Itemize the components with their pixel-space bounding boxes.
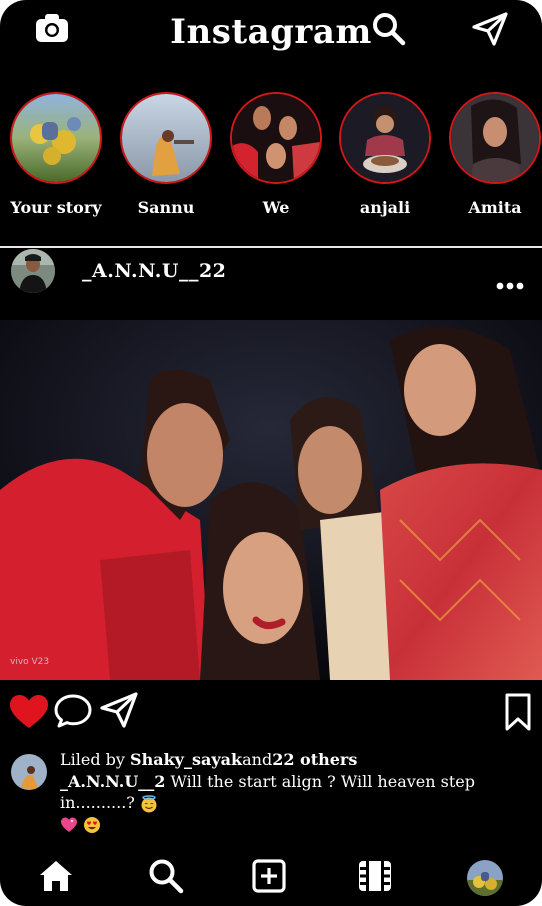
bottom-nav: [0, 854, 542, 900]
likes-others[interactable]: 22 others: [272, 750, 357, 769]
post-caption: _A.N.N.U__2 Will the start align ? Will …: [60, 771, 536, 834]
heart-eyes-emoji-icon: [84, 816, 101, 833]
home-icon[interactable]: [38, 858, 74, 894]
story-anjali[interactable]: anjali: [330, 92, 440, 217]
story-sannu[interactable]: Sannu: [111, 92, 221, 217]
story-avatar: [10, 92, 102, 184]
story-label: Your story: [10, 198, 102, 217]
likes-prefix: Liled by: [60, 750, 131, 769]
likes-and: and: [242, 750, 273, 769]
like-heart-icon[interactable]: [9, 694, 49, 730]
story-avatar: [120, 92, 212, 184]
sparkling-heart-emoji-icon: [61, 817, 77, 832]
story-avatar: [449, 92, 541, 184]
story-label: anjali: [359, 198, 411, 217]
search-icon[interactable]: [148, 858, 184, 894]
caption-username[interactable]: _A.N.N.U__2: [60, 772, 165, 791]
story-your-story[interactable]: Your story: [1, 92, 111, 217]
top-bar: Instagram: [0, 0, 542, 62]
story-label: Sannu: [137, 198, 195, 217]
liker-avatar[interactable]: [11, 754, 47, 790]
search-icon[interactable]: [372, 12, 406, 46]
story-avatar: [230, 92, 322, 184]
post-author-avatar[interactable]: [11, 249, 55, 293]
app-title: Instagram: [170, 12, 372, 52]
post-photo[interactable]: vivo V23: [0, 320, 542, 680]
liker-username[interactable]: Shaky_sayak: [130, 750, 242, 769]
stories-divider: [0, 246, 542, 248]
share-plane-icon[interactable]: [100, 692, 138, 728]
add-post-icon[interactable]: [251, 858, 287, 894]
story-we[interactable]: We: [221, 92, 331, 217]
reels-icon[interactable]: [357, 858, 393, 894]
post-username[interactable]: _A.N.N.U__22: [82, 260, 226, 282]
story-avatar: [339, 92, 431, 184]
profile-avatar[interactable]: [467, 860, 503, 896]
stories-tray: Your story Sannu We anjali Amita: [0, 92, 542, 228]
likes-line: Liled by Shaky_sayakand22 others: [60, 750, 357, 769]
story-amita[interactable]: Amita: [440, 92, 542, 217]
phone-frame: Instagram Your story Sannu We anjali Ami…: [0, 0, 542, 906]
story-label: We: [262, 198, 290, 217]
paper-plane-icon[interactable]: [472, 12, 508, 46]
more-options-icon[interactable]: [496, 282, 524, 290]
story-label: Amita: [468, 198, 522, 217]
camera-watermark: vivo V23: [10, 657, 50, 667]
halo-smile-emoji-icon: [141, 794, 157, 812]
bookmark-icon[interactable]: [504, 693, 532, 731]
comment-icon[interactable]: [54, 694, 92, 728]
